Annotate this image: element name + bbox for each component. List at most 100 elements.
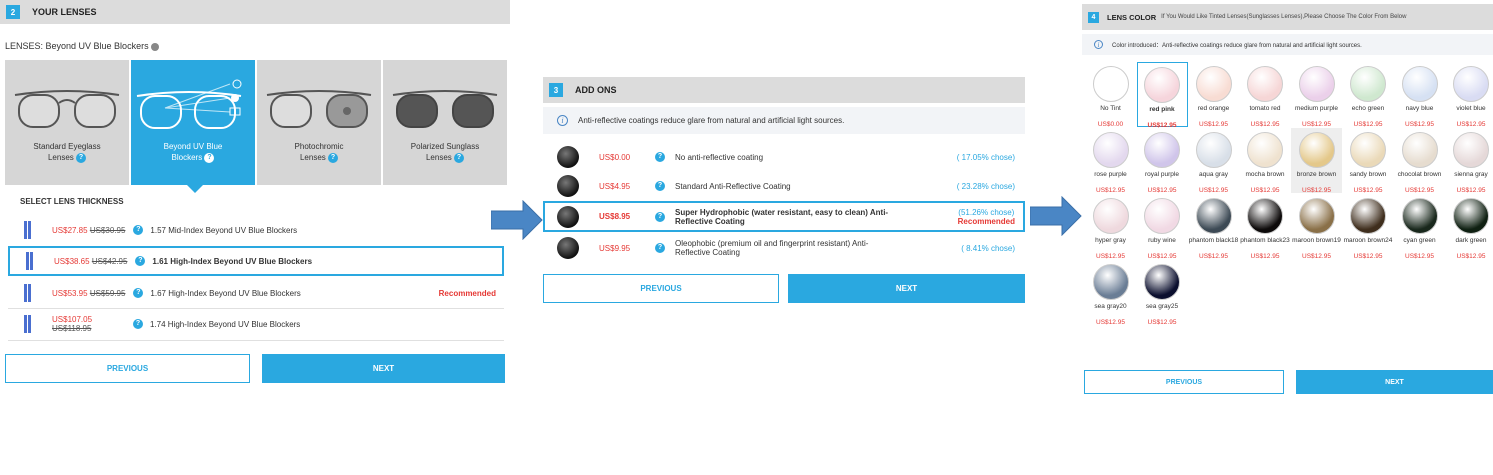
addon-option-selected[interactable]: US$8.95 ? Super Hydrophobic (water resis… — [543, 201, 1025, 232]
color-swatch[interactable]: maroon brown19US$12.95 — [1291, 194, 1342, 259]
help-icon[interactable]: ? — [133, 288, 143, 298]
tint-circle-icon — [1247, 132, 1283, 168]
blue-light-glasses-icon — [135, 78, 251, 138]
tint-circle-icon — [1144, 264, 1180, 300]
color-swatch[interactable]: dark green US$12.95 — [1446, 194, 1493, 259]
swatch-name: tomato red — [1240, 105, 1291, 119]
swatch-price: US$12.95 — [1137, 187, 1188, 194]
color-swatch[interactable]: maroon brown24US$12.95 — [1343, 194, 1394, 259]
thickness-option[interactable]: US$27.85 US$30.95 ? 1.57 Mid-Index Beyon… — [8, 215, 504, 245]
swatch-name: sea gray20 — [1085, 303, 1136, 317]
section-title: YOUR LENSES — [32, 7, 97, 17]
thickness-option[interactable]: US$107.05US$118.95 ? 1.74 High-Index Bey… — [8, 309, 504, 339]
info-icon[interactable] — [151, 43, 159, 51]
color-swatch[interactable]: violet blue US$12.95 — [1446, 62, 1493, 127]
color-swatch[interactable]: navy blueUS$12.95 — [1394, 62, 1445, 127]
lens-type-standard[interactable]: Standard EyeglassLenses ? — [5, 60, 129, 185]
tint-circle-icon — [1350, 66, 1386, 102]
option-name: 1.61 High-Index Beyond UV Blue Blockers — [152, 257, 312, 266]
card-label: Lenses — [300, 153, 326, 162]
swatch-name: No Tint — [1085, 105, 1136, 119]
color-swatch[interactable]: bronze brownUS$12.95 — [1291, 128, 1342, 193]
card-label: Lenses — [48, 153, 74, 162]
swatch-name: maroon brown24 — [1343, 237, 1394, 251]
recommended-tag: Recommended — [439, 289, 496, 298]
help-icon[interactable]: ? — [133, 225, 143, 235]
thickness-option[interactable]: US$53.95 US$59.95 ? 1.67 High-Index Beyo… — [8, 278, 504, 308]
chose-percent: ( 17.05% chose) — [957, 153, 1015, 162]
price: US$0.00 — [599, 153, 649, 162]
color-swatch[interactable]: phantom black18US$12.95 — [1188, 194, 1239, 259]
previous-button[interactable]: PREVIOUS — [1084, 370, 1284, 394]
color-swatch[interactable]: tomato redUS$12.95 — [1240, 62, 1291, 127]
divider — [8, 340, 504, 341]
color-swatch[interactable]: sienna grayUS$12.95 — [1446, 128, 1493, 193]
lenses-panel: 2 YOUR LENSES LENSES: Beyond UV Blue Blo… — [0, 0, 510, 398]
old-price: US$59.95 — [90, 289, 126, 298]
addon-option[interactable]: US$0.00 ? No anti-reflective coating ( 1… — [543, 143, 1025, 171]
color-swatch[interactable]: sea gray25US$12.95 — [1137, 260, 1188, 325]
price: US$27.85 — [52, 226, 88, 235]
addon-option[interactable]: US$4.95 ? Standard Anti-Reflective Coati… — [543, 172, 1025, 200]
option-name: 1.57 Mid-Index Beyond UV Blue Blockers — [150, 226, 297, 235]
color-swatch[interactable]: hyper grayUS$12.95 — [1085, 194, 1136, 259]
tint-circle-icon — [1299, 198, 1335, 234]
color-swatch[interactable]: chocolat brownUS$12.95 — [1394, 128, 1445, 193]
color-swatch[interactable]: sandy brownUS$12.95 — [1343, 128, 1394, 193]
previous-button[interactable]: PREVIOUS — [5, 354, 250, 383]
lens-thickness-icon — [24, 315, 38, 333]
next-button[interactable]: NEXT — [788, 274, 1025, 303]
price: US$8.95 — [599, 212, 649, 221]
next-button[interactable]: NEXT — [1296, 370, 1493, 394]
step-number: 4 — [1088, 12, 1099, 23]
step-number: 2 — [6, 5, 20, 19]
color-swatch[interactable]: phantom black23US$12.95 — [1240, 194, 1291, 259]
help-icon[interactable]: ? — [328, 153, 338, 163]
color-swatch[interactable]: ruby wineUS$12.95 — [1137, 194, 1188, 259]
color-swatch[interactable]: cyan greenUS$12.95 — [1394, 194, 1445, 259]
help-icon[interactable]: ? — [655, 181, 665, 191]
section-subtitle: If You Would Like Tinted Lenses(Sunglass… — [1161, 14, 1406, 20]
color-swatch[interactable]: red pinkUS$12.95 — [1137, 62, 1188, 127]
help-icon[interactable]: ? — [655, 243, 665, 253]
lens-type-blue-blocker[interactable]: Beyond UV BlueBlockers ? — [131, 60, 255, 185]
color-swatch[interactable]: medium purpleUS$12.95 — [1291, 62, 1342, 127]
help-icon[interactable]: ? — [133, 319, 143, 329]
color-swatch[interactable]: aqua grayUS$12.95 — [1188, 128, 1239, 193]
tint-circle-icon — [1453, 198, 1489, 234]
option-name-cont: Reflective Coating — [675, 248, 740, 257]
card-label: Lenses — [426, 153, 452, 162]
color-swatch[interactable]: red orangeUS$12.95 — [1188, 62, 1239, 127]
card-label: Blockers — [172, 153, 203, 162]
lens-label-text: LENSES: Beyond UV Blue Blockers — [5, 41, 149, 51]
help-icon[interactable]: ? — [135, 256, 145, 266]
color-swatch[interactable]: No TintUS$0.00 — [1085, 62, 1136, 127]
swatch-price: US$12.95 — [1343, 187, 1394, 194]
addon-option[interactable]: US$9.95 ? Oleophobic (premium oil and fi… — [543, 234, 1025, 262]
lens-type-photochromic[interactable]: Photochromic Lenses ? — [257, 60, 381, 185]
color-swatch[interactable]: mocha brownUS$12.95 — [1240, 128, 1291, 193]
old-price: US$118.95 — [52, 324, 91, 333]
swatch-price: US$12.95 — [1446, 121, 1493, 128]
color-swatch[interactable]: royal purpleUS$12.95 — [1137, 128, 1188, 193]
color-swatch[interactable]: rose purpleUS$12.95 — [1085, 128, 1136, 193]
help-icon[interactable]: ? — [204, 153, 214, 163]
help-icon[interactable]: ? — [655, 212, 665, 222]
option-name: Oleophobic (premium oil and fingerprint … — [675, 239, 868, 248]
thickness-option-selected[interactable]: US$38.65 US$42.95 ? 1.61 High-Index Beyo… — [8, 246, 504, 276]
help-icon[interactable]: ? — [454, 153, 464, 163]
color-swatch[interactable]: echo greenUS$12.95 — [1343, 62, 1394, 127]
swatch-price: US$12.95 — [1446, 253, 1493, 260]
swatch-name: violet blue — [1446, 105, 1493, 119]
next-button[interactable]: NEXT — [262, 354, 505, 383]
card-label: Photochromic — [295, 142, 344, 151]
color-swatch[interactable]: sea gray20US$12.95 — [1085, 260, 1136, 325]
price: US$53.95 — [52, 289, 88, 298]
swatch-name: dark green — [1446, 237, 1493, 251]
help-icon[interactable]: ? — [655, 152, 665, 162]
swatch-price: US$12.95 — [1291, 187, 1342, 194]
lens-type-polarized[interactable]: Polarized SunglassLenses ? — [383, 60, 507, 185]
help-icon[interactable]: ? — [76, 153, 86, 163]
tint-circle-icon — [1196, 198, 1232, 234]
previous-button[interactable]: PREVIOUS — [543, 274, 779, 303]
